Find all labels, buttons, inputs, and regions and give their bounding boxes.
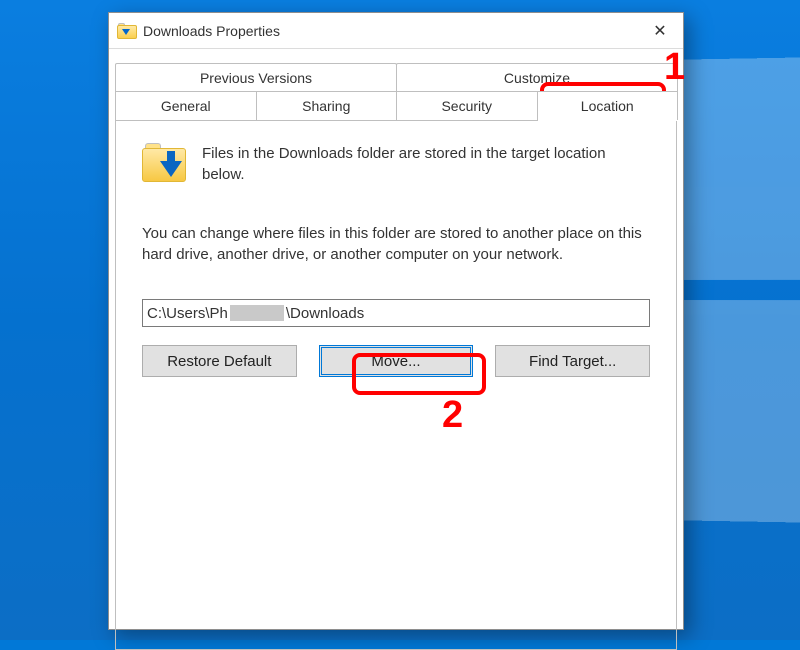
tab-location[interactable]: Location <box>537 91 679 120</box>
location-description-1: Files in the Downloads folder are stored… <box>202 143 650 185</box>
close-button[interactable]: ✕ <box>637 13 683 49</box>
find-target-button[interactable]: Find Target... <box>495 345 650 377</box>
path-text-suffix: \Downloads <box>286 305 364 322</box>
location-path-input[interactable]: C:\Users\Ph \Downloads <box>142 299 650 327</box>
downloads-folder-icon <box>117 23 137 39</box>
path-text-prefix: C:\Users\Ph <box>147 305 228 322</box>
tab-general[interactable]: General <box>115 91 257 120</box>
tab-previous-versions[interactable]: Previous Versions <box>115 63 397 92</box>
downloads-folder-large-icon <box>142 143 186 183</box>
path-redacted-segment <box>230 305 284 321</box>
restore-default-button[interactable]: Restore Default <box>142 345 297 377</box>
close-icon: ✕ <box>653 21 666 41</box>
tab-strip: Previous Versions Customize General Shar… <box>109 49 683 120</box>
location-description-2: You can change where files in this folde… <box>142 223 650 265</box>
tab-sharing[interactable]: Sharing <box>256 91 398 120</box>
tab-customize[interactable]: Customize <box>396 63 678 92</box>
titlebar[interactable]: Downloads Properties ✕ <box>109 13 683 49</box>
window-title: Downloads Properties <box>143 23 280 39</box>
location-tab-pane: Files in the Downloads folder are stored… <box>115 120 677 650</box>
move-button[interactable]: Move... <box>319 345 474 377</box>
tab-security[interactable]: Security <box>396 91 538 120</box>
properties-dialog: Downloads Properties ✕ Previous Versions… <box>108 12 684 630</box>
